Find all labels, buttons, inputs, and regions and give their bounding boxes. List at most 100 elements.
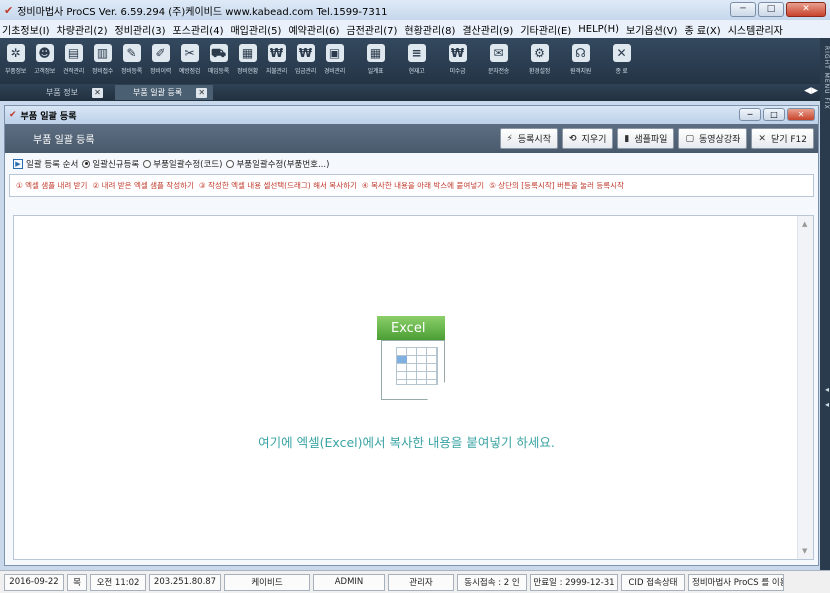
child-titlebar: ✔ 부품 일괄 등록 ─ □ ✕ [5,106,818,124]
menu-system-admin[interactable]: 시스템관리자 [728,22,783,37]
menu-vehicle[interactable]: 차량관리(2) [57,22,108,37]
menu-etc[interactable]: 기타관리(E) [520,22,571,37]
toolbar-label: 문자전송 [488,68,509,75]
button-label: 닫기 F12 [770,135,807,145]
main-toolbar: ✲ 부품정보 ☻ 고객정보 ▤ 견적관리 ▥ 정비접수 ✎ 정비등록 ✐ 정비이력 ✂ 예방점검 ⛟ 매입등록… [0,38,820,84]
toolbar-button-exit[interactable]: ✕ 종 료 [608,44,635,75]
status-date: 2016-09-22 [4,573,64,591]
tab-label: 부품 정보 [46,88,78,97]
status-cid: CID 접속상태 [621,573,685,591]
toolbar-button-gear[interactable]: ✲ 부품정보 [2,44,29,75]
tab-parts-bulk-register[interactable]: 부품 일괄 등록 ✕ [114,85,214,100]
headset-icon: ☊ [571,44,590,62]
step-1: ① 엑셀 샘플 내려 받기 [16,181,88,190]
menu-view-options[interactable]: 보기옵션(V) [626,22,677,37]
toolbar-button-calendar[interactable]: ▦ 일계표 [362,44,389,75]
menu-cash[interactable]: 금전관리(7) [346,22,397,37]
child-minimize-button[interactable]: ─ [739,108,761,121]
radio-label[interactable]: 부품일괄수정(부품번호...) [236,158,329,170]
toolbar-button-payment[interactable]: ₩ 지불관리 [263,44,290,75]
radio-label[interactable]: 일괄신규등록 [92,158,139,170]
video-lecture-button[interactable]: ▢ 동영상강좌 [678,128,748,149]
parts-bulk-register-window: ✔ 부품 일괄 등록 ─ □ ✕ 부품 일괄 등록 ⚡ 등록시작 ⟲ 지우기 ▮… [4,105,819,566]
menu-status[interactable]: 현황관리(8) [404,22,455,37]
toolbar-button-stock[interactable]: ≡ 현재고 [403,44,430,75]
toolbar-button-receivable[interactable]: ₩ 미수금 [444,44,471,75]
sample-file-button[interactable]: ▮ 샘플파일 [617,128,675,149]
paste-instruction-text: 여기에 엑셀(Excel)에서 복사한 내용을 붙여넣기 하세요. [258,435,555,450]
button-label: 지우기 [581,135,607,145]
status-message: 정비마법사 ProCS 를 이용해 주 [688,573,784,591]
menu-purchase[interactable]: 매입관리(5) [230,22,281,37]
menu-settlement[interactable]: 결산관리(9) [462,22,513,37]
radio-edit-by-code[interactable] [143,159,152,168]
paste-area[interactable]: Excel 여기에 엑셀(Excel)에서 복사한 내용을 붙여넣기 하세요. … [13,215,814,560]
tab-nav-arrows[interactable]: ◀▶ [804,86,818,96]
toolbar-button-settings[interactable]: ⚙ 환경설정 [526,44,553,75]
toolbar-label: 예방점검 [179,68,200,75]
toolbar-label: 환경설정 [529,68,550,75]
radio-label[interactable]: 부품일괄수정(코드) [153,158,222,170]
scroll-up-icon[interactable]: ▲ [802,220,807,228]
tab-parts-info[interactable]: 부품 정보 ✕ [40,85,109,100]
toolbar-button-truck[interactable]: ⛟ 매입등록 [205,44,232,75]
toolbar-button-deposit[interactable]: ₩ 입금관리 [292,44,319,75]
toolbar-label: 정비이력 [150,68,171,75]
register-order-label: 일괄 등록 순서 [26,159,79,170]
child-close-button[interactable]: ✕ [787,108,815,121]
menu-basic-info[interactable]: 기초정보(I) [2,22,50,37]
tv-icon: ▢ [685,133,694,144]
radio-new-register[interactable] [82,159,91,168]
menu-help[interactable]: HELP(H) [578,24,619,35]
child-maximize-button[interactable]: □ [763,108,785,121]
toolbar-label: 종 료 [615,68,628,75]
close-f12-button[interactable]: ✕ 닫기 F12 [751,128,814,149]
menu-exit[interactable]: 종 료(X) [684,22,720,37]
toolbar-button-calculator[interactable]: ▣ 경비관리 [321,44,348,75]
lightning-icon: ⚡ [506,133,513,144]
toolbar-label: 고객정보 [34,68,55,75]
wrench-icon: ✎ [122,44,141,62]
strip-arrow-icon[interactable]: ◂ [825,385,829,394]
strip-arrow-icon[interactable]: ◂ [825,400,829,409]
toolbar-label: 정비접수 [92,68,113,75]
receivable-icon: ₩ [448,44,467,62]
menu-pos[interactable]: 포스관리(4) [173,22,224,37]
menu-reservation[interactable]: 예약관리(6) [288,22,339,37]
toolbar-label: 견적관리 [63,68,84,75]
menu-maintenance[interactable]: 정비관리(3) [115,22,166,37]
toolbar-button-document[interactable]: ▤ 견적관리 [60,44,87,75]
toolbar-button-history[interactable]: ✐ 정비이력 [147,44,174,75]
minimize-button[interactable]: ─ [730,2,756,17]
button-label: 등록시작 [517,135,551,145]
instruction-steps: ① 엑셀 샘플 내려 받기 ② 내려 받은 엑셀 샘플 작성하기 ③ 작성한 엑… [9,174,814,197]
clear-button[interactable]: ⟲ 지우기 [562,128,614,149]
right-menu-strip[interactable]: RIGHT MENU FIX [820,38,830,570]
status-ip: 203.251.80.87 [149,573,221,591]
toolbar-button-wrench[interactable]: ✎ 정비등록 [118,44,145,75]
toolbar-button-tools[interactable]: ✂ 예방점검 [176,44,203,75]
child-title: 부품 일괄 등록 [20,111,77,122]
form-title: 부품 일괄 등록 [33,135,95,146]
toolbar-button-customers[interactable]: ☻ 고객정보 [31,44,58,75]
scroll-down-icon[interactable]: ▼ [802,547,807,555]
tab-label: 부품 일괄 등록 [132,88,183,97]
toolbar-button-headset[interactable]: ☊ 원격지원 [567,44,594,75]
toolbar-label: 입금관리 [295,68,316,75]
document-tabs: 부품 정보 ✕ 부품 일괄 등록 ✕ [0,84,820,101]
close-icon[interactable]: ✕ [91,87,103,98]
toolbar-label: 부품정보 [5,68,26,75]
tools-icon: ✂ [180,44,199,62]
vertical-scrollbar[interactable]: ▲ ▼ [797,216,813,559]
maximize-button[interactable]: □ [758,2,784,17]
close-icon[interactable]: ✕ [196,87,208,98]
calculator-icon: ▣ [325,44,344,62]
toolbar-label: 경비관리 [324,68,345,75]
toolbar-button-sms[interactable]: ✉ 문자전송 [485,44,512,75]
radio-edit-by-partno[interactable] [226,159,235,168]
toolbar-button-receipt[interactable]: ▥ 정비접수 [89,44,116,75]
payment-icon: ₩ [267,44,286,62]
start-register-button[interactable]: ⚡ 등록시작 [499,128,558,149]
toolbar-button-chart[interactable]: ▦ 정비현황 [234,44,261,75]
close-button[interactable]: ✕ [786,2,826,17]
